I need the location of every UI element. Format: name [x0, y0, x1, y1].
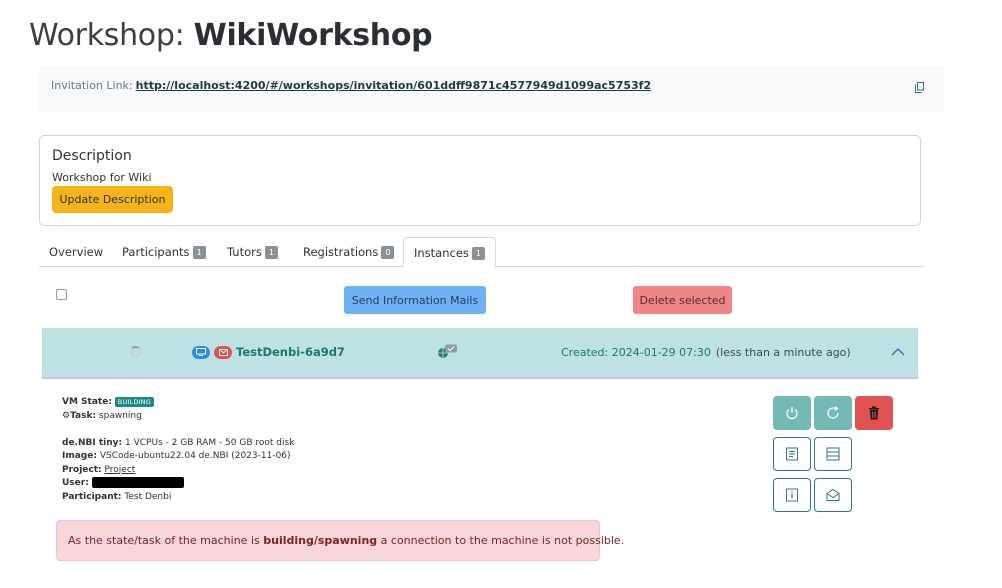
- globe-icon: [438, 344, 457, 358]
- participant-row: Participant: Test Denbi: [62, 491, 294, 505]
- count-badge: 1: [471, 247, 485, 260]
- storage-icon: [826, 447, 840, 461]
- user-label: User:: [62, 478, 89, 488]
- description-heading: Description: [52, 148, 132, 164]
- task-row: ⚙Task: spawning: [62, 410, 294, 424]
- flavor-label: de.NBI tiny:: [62, 437, 123, 448]
- tab-label: Registrations: [303, 245, 379, 259]
- logs-button[interactable]: [773, 437, 811, 471]
- alert-text: As the state/task of the machine is: [68, 534, 264, 547]
- instance-name[interactable]: TestDenbi-6a9d7: [236, 345, 345, 359]
- status-badge: BUILDING: [114, 397, 154, 407]
- trash-icon: [869, 406, 879, 420]
- tab-tutors[interactable]: Tutors 1: [227, 237, 278, 267]
- gear-icon: ⚙: [62, 410, 71, 421]
- task-label: Task:: [70, 410, 97, 421]
- alert-state: building/spawning: [263, 534, 378, 547]
- delete-selected-button[interactable]: Delete selected: [633, 286, 732, 314]
- refresh-icon: [827, 406, 839, 419]
- tab-participants[interactable]: Participants 1: [122, 237, 206, 267]
- participant-value: Test Denbi: [124, 491, 172, 502]
- alert-text-end: a connection to the machine is not possi…: [377, 534, 625, 547]
- participant-label: Participant:: [62, 491, 122, 502]
- tab-label: Instances: [414, 246, 469, 260]
- count-badge: 1: [192, 246, 206, 259]
- update-description-button[interactable]: Update Description: [52, 186, 173, 213]
- created-timestamp: Created: 2024-01-29 07:30 (less than a mi…: [561, 346, 851, 359]
- project-link[interactable]: Project: [105, 465, 136, 475]
- mail-icon: [214, 346, 232, 359]
- tab-label: Overview: [49, 245, 104, 259]
- envelope-open-icon: [826, 488, 840, 501]
- volumes-button[interactable]: [814, 437, 852, 471]
- open-mail-button[interactable]: [814, 478, 852, 512]
- send-information-mails-button[interactable]: Send Information Mails: [344, 286, 486, 314]
- page-title: Workshop: WikiWorkshop: [29, 18, 433, 53]
- flavor-value: 1 VCPUs - 2 GB RAM - 50 GB root disk: [124, 437, 295, 448]
- description-card: Description Workshop for Wiki Update Des…: [39, 135, 921, 226]
- user-row: User:: [62, 477, 294, 491]
- count-badge: 0: [381, 246, 395, 259]
- invitation-label: Invitation Link:: [51, 79, 133, 92]
- tab-label: Participants: [122, 245, 190, 259]
- image-row: Image: VSCode-ubuntu22.04 de.NBI (2023-1…: [62, 450, 294, 464]
- power-button[interactable]: [773, 396, 811, 430]
- project-label: Project:: [62, 464, 102, 475]
- tab-label: Tutors: [227, 245, 262, 259]
- chevron-up-icon[interactable]: [891, 347, 905, 357]
- vm-state-row: VM State: BUILDING: [62, 396, 294, 410]
- count-badge: 1: [264, 246, 278, 259]
- instance-header[interactable]: TestDenbi-6a9d7 Created: 2024-01-29 07:3…: [42, 328, 918, 379]
- loading-spinner-icon: [130, 346, 141, 357]
- reboot-button[interactable]: [814, 396, 852, 430]
- tab-bar: Overview Participants 1 Tutors 1 Registrat…: [39, 237, 924, 268]
- title-prefix: Workshop:: [29, 18, 194, 53]
- workshop-name: WikiWorkshop: [193, 18, 433, 53]
- vm-icon: [192, 346, 210, 359]
- document-icon: [786, 447, 798, 461]
- invitation-panel: Invitation Link: http://localhost:4200/#/…: [39, 66, 944, 112]
- description-text: Workshop for Wiki: [52, 171, 152, 184]
- connection-alert: As the state/task of the machine is buil…: [56, 520, 624, 561]
- tab-instances[interactable]: Instances 1: [403, 237, 496, 268]
- power-icon: [786, 407, 798, 420]
- instance-details: VM State: BUILDING ⚙Task: spawning de.NB…: [62, 396, 294, 504]
- info-icon: [786, 488, 798, 502]
- select-all-checkbox[interactable]: [56, 289, 67, 300]
- flavor-row: de.NBI tiny: 1 VCPUs - 2 GB RAM - 50 GB …: [62, 437, 294, 451]
- created-ago: (less than a minute ago): [715, 346, 851, 359]
- redacted-user: [91, 477, 184, 488]
- invitation-row: Invitation Link: http://localhost:4200/#/…: [51, 79, 651, 92]
- copy-icon[interactable]: [915, 82, 924, 93]
- image-label: Image:: [62, 451, 97, 461]
- project-row: Project: Project: [62, 464, 294, 478]
- invitation-link[interactable]: http://localhost:4200/#/workshops/invita…: [136, 79, 651, 92]
- delete-instance-button[interactable]: [855, 396, 893, 430]
- task-value: spawning: [98, 410, 142, 421]
- info-button[interactable]: [773, 478, 811, 512]
- tab-registrations[interactable]: Registrations 0: [303, 237, 395, 267]
- created-date: Created: 2024-01-29 07:30: [561, 346, 711, 359]
- tab-overview[interactable]: Overview: [49, 237, 103, 267]
- image-value: VSCode-ubuntu22.04 de.NBI (2023-11-06): [99, 451, 291, 461]
- vm-state-label: VM State:: [62, 397, 112, 407]
